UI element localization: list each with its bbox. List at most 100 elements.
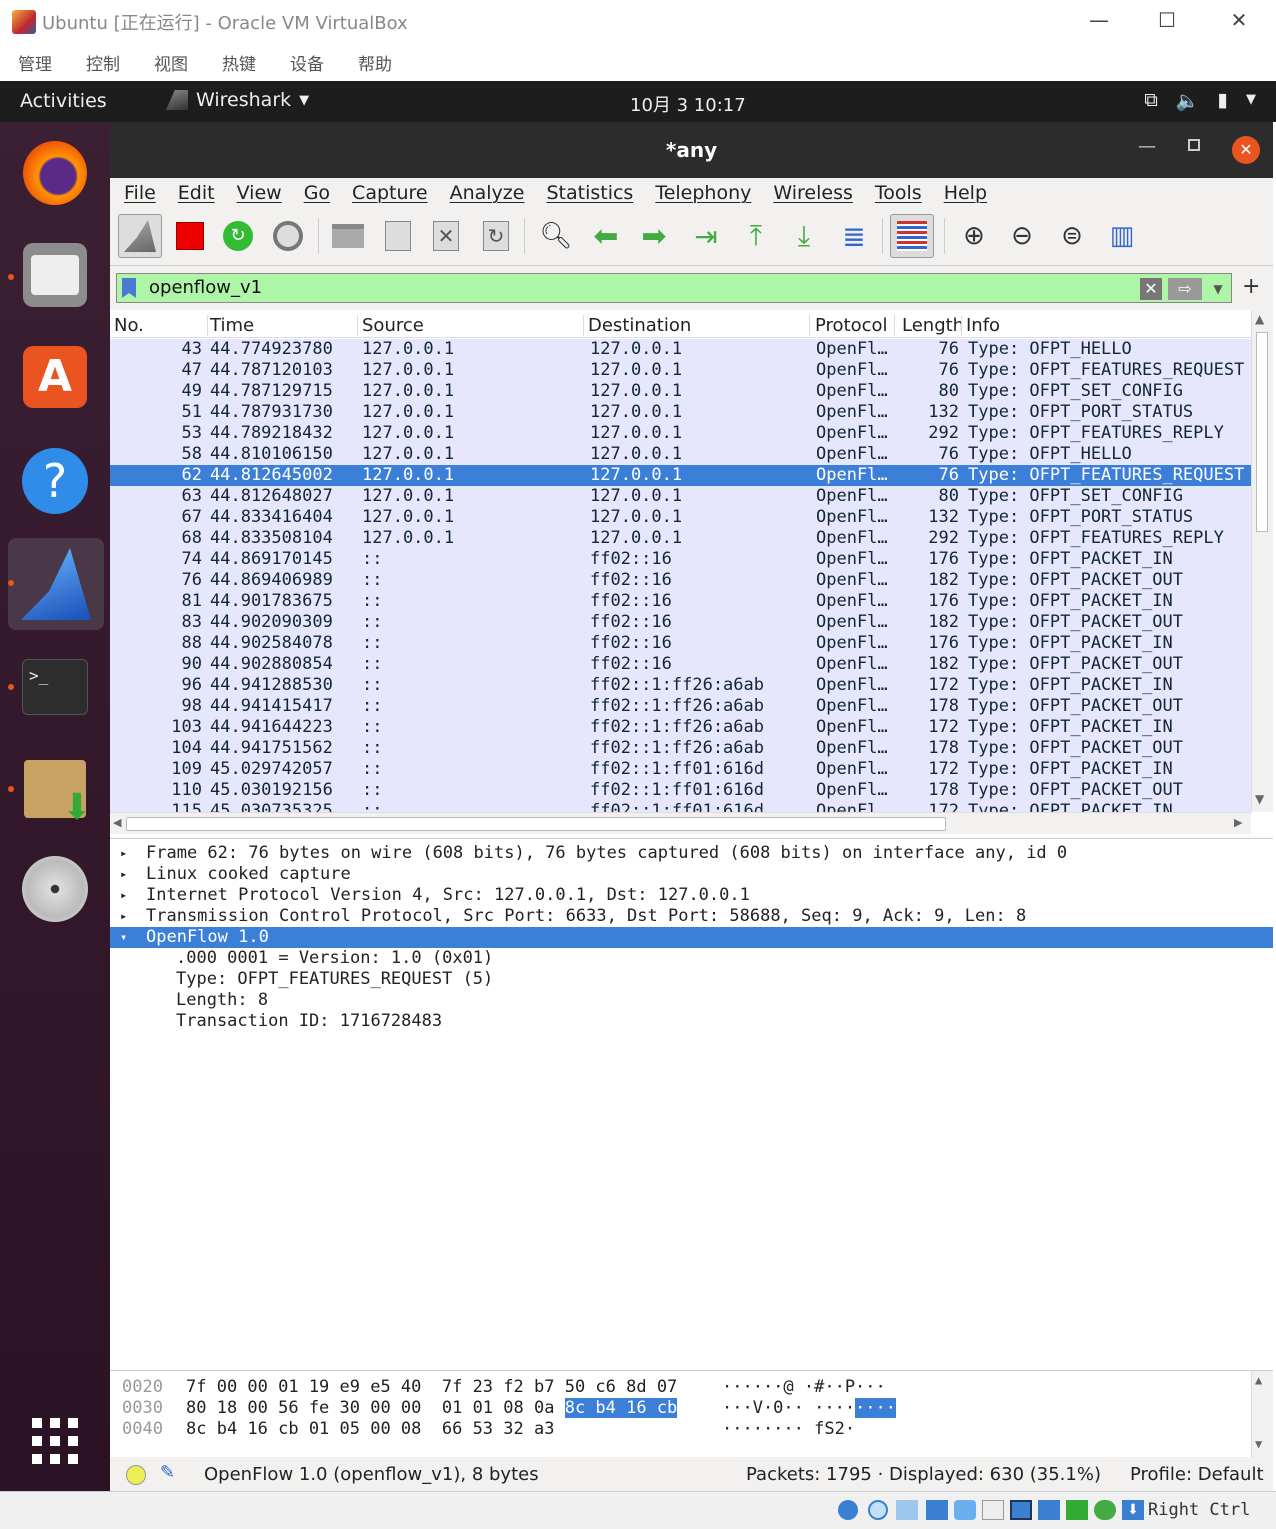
minimize-icon[interactable]: — bbox=[1138, 136, 1156, 157]
packet-row[interactable]: 110 45.030192156:: ff02::1:ff01:616d OpenFl… bbox=[110, 780, 1251, 801]
menu-capture[interactable]: Capture bbox=[352, 182, 428, 204]
display-icon[interactable] bbox=[1010, 1500, 1032, 1520]
menu-statistics[interactable]: Statistics bbox=[546, 182, 633, 204]
vbox-menu-view[interactable]: 视图 bbox=[154, 50, 188, 75]
packet-row[interactable]: 76 44.869406989:: ff02::16 OpenFl… 182 Type: … bbox=[110, 570, 1251, 591]
cpu-icon[interactable] bbox=[1066, 1500, 1088, 1520]
optical-drive-icon[interactable] bbox=[868, 1500, 888, 1520]
hdd-icon[interactable] bbox=[838, 1500, 858, 1520]
menu-analyze[interactable]: Analyze bbox=[450, 182, 525, 204]
mouse-integration-icon[interactable]: ⬇ bbox=[1122, 1500, 1144, 1520]
activities-button[interactable]: Activities bbox=[20, 90, 107, 112]
stop-capture-icon[interactable] bbox=[168, 214, 212, 258]
scroll-thumb[interactable] bbox=[126, 817, 946, 831]
find-packet-icon[interactable]: 🔍︎ bbox=[534, 214, 578, 258]
packet-row[interactable]: 83 44.902090309:: ff02::16 OpenFl… 182 Type: … bbox=[110, 612, 1251, 633]
vbox-menu-manage[interactable]: 管理 bbox=[18, 50, 52, 75]
close-icon[interactable]: ✕ bbox=[1224, 8, 1254, 32]
add-filter-button-icon[interactable]: + bbox=[1242, 274, 1260, 299]
menu-telephony[interactable]: Telephony bbox=[655, 182, 751, 204]
zoom-out-icon[interactable]: ⊖ bbox=[1000, 214, 1044, 258]
expert-info-icon[interactable] bbox=[126, 1465, 146, 1485]
network-adapter-icon[interactable] bbox=[926, 1500, 948, 1520]
packet-row[interactable]: 67 44.833416404 127.0.0.1 127.0.0.1 OpenFl… 1… bbox=[110, 507, 1251, 528]
packet-list-vscroll[interactable]: ▲ ▼ bbox=[1251, 310, 1273, 812]
menu-file[interactable]: File bbox=[124, 182, 156, 204]
detail-row[interactable]: ▸ Internet Protocol Version 4, Src: 127.0… bbox=[110, 885, 1273, 906]
clock[interactable]: 10月 3 10:17 bbox=[630, 91, 746, 117]
minimize-icon[interactable]: — bbox=[1084, 8, 1114, 32]
disc-icon[interactable] bbox=[20, 854, 90, 924]
detail-row[interactable]: ▸ Linux cooked capture bbox=[110, 864, 1273, 885]
scroll-down-icon[interactable]: ▼ bbox=[1255, 792, 1264, 806]
scroll-down-icon[interactable]: ▼ bbox=[1255, 1437, 1262, 1451]
maximize-icon[interactable]: ☐ bbox=[1152, 8, 1182, 32]
packet-row[interactable]: 74 44.869170145:: ff02::16 OpenFl… 176 Type: … bbox=[110, 549, 1251, 570]
scroll-left-icon[interactable]: ◀ bbox=[113, 816, 121, 829]
status-profile[interactable]: Profile: Default bbox=[1130, 1464, 1264, 1485]
packet-row[interactable]: 98 44.941415417:: ff02::1:ff26:a6ab OpenFl…… bbox=[110, 696, 1251, 717]
collapsed-arrow-icon[interactable]: ▸ bbox=[120, 843, 127, 864]
autoscroll-icon[interactable]: ≣ bbox=[832, 214, 876, 258]
last-packet-icon[interactable]: ⤓ bbox=[782, 214, 826, 258]
edit-comment-icon[interactable]: ✎ bbox=[160, 1462, 175, 1483]
packet-row[interactable]: 49 44.787129715 127.0.0.1 127.0.0.1 OpenFl… 8… bbox=[110, 381, 1251, 402]
packet-row[interactable]: 62 44.812645002 127.0.0.1 127.0.0.1 OpenFl… 7… bbox=[110, 465, 1251, 486]
files-icon[interactable] bbox=[20, 240, 90, 310]
scroll-up-icon[interactable]: ▲ bbox=[1255, 312, 1264, 326]
packet-row[interactable]: 51 44.787931730 127.0.0.1 127.0.0.1 OpenFl… 1… bbox=[110, 402, 1251, 423]
audio-icon[interactable] bbox=[896, 1500, 918, 1520]
expanded-arrow-icon[interactable]: ▾ bbox=[120, 927, 127, 948]
column-protocol[interactable]: Protocol bbox=[815, 315, 895, 336]
firefox-icon[interactable] bbox=[20, 138, 90, 208]
column-no[interactable]: No. bbox=[114, 315, 208, 336]
wireshark-icon[interactable] bbox=[8, 538, 104, 630]
packet-row[interactable]: 88 44.902584078:: ff02::16 OpenFl… 176 Type: … bbox=[110, 633, 1251, 654]
save-file-icon[interactable] bbox=[376, 214, 420, 258]
scroll-thumb[interactable] bbox=[1256, 332, 1268, 532]
installer-icon[interactable]: ⬇ bbox=[20, 754, 92, 826]
packet-row[interactable]: 90 44.902880854:: ff02::16 OpenFl… 182 Type: … bbox=[110, 654, 1251, 675]
menu-view[interactable]: View bbox=[237, 182, 282, 204]
close-file-icon[interactable]: ✕ bbox=[424, 214, 468, 258]
vbox-menu-control[interactable]: 控制 bbox=[86, 50, 120, 75]
column-info[interactable]: Info bbox=[966, 315, 1250, 336]
go-to-packet-icon[interactable]: ⇥ bbox=[684, 214, 728, 258]
system-tray[interactable]: ⧉ 🔈 ▮ ▼ bbox=[1144, 89, 1256, 112]
resize-columns-icon[interactable]: ▥ bbox=[1100, 214, 1144, 258]
maximize-icon[interactable] bbox=[1188, 139, 1200, 151]
video-capture-icon[interactable] bbox=[1038, 1500, 1060, 1520]
apps-grid-icon[interactable] bbox=[20, 1406, 90, 1476]
zoom-reset-icon[interactable]: ⊜ bbox=[1050, 214, 1094, 258]
packet-row[interactable]: 96 44.941288530:: ff02::1:ff26:a6ab OpenFl…… bbox=[110, 675, 1251, 696]
detail-row[interactable]: Length: 8 bbox=[110, 990, 1273, 1011]
packet-row[interactable]: 58 44.810106150 127.0.0.1 127.0.0.1 OpenFl… 7… bbox=[110, 444, 1251, 465]
help-icon[interactable]: ? bbox=[20, 446, 90, 516]
go-forward-icon[interactable]: ➡ bbox=[632, 214, 676, 258]
packet-row[interactable]: 81 44.901783675:: ff02::16 OpenFl… 176 Type: … bbox=[110, 591, 1251, 612]
usb-icon[interactable] bbox=[954, 1500, 976, 1520]
vbox-menu-help[interactable]: 帮助 bbox=[358, 50, 392, 75]
scroll-right-icon[interactable]: ▶ bbox=[1234, 816, 1242, 829]
column-length[interactable]: Length bbox=[902, 315, 962, 336]
open-file-icon[interactable] bbox=[326, 214, 370, 258]
menu-tools[interactable]: Tools bbox=[875, 182, 922, 204]
collapsed-arrow-icon[interactable]: ▸ bbox=[120, 885, 127, 906]
column-time[interactable]: Time bbox=[210, 315, 358, 336]
packet-row[interactable]: 103 44.941644223:: ff02::1:ff26:a6ab OpenFl… bbox=[110, 717, 1251, 738]
bytes-vscroll[interactable]: ▲ ▼ bbox=[1251, 1371, 1273, 1458]
apply-filter-icon[interactable]: ⇨ bbox=[1168, 278, 1202, 300]
menu-go[interactable]: Go bbox=[304, 182, 330, 204]
zoom-in-icon[interactable]: ⊕ bbox=[952, 214, 996, 258]
globe-icon[interactable] bbox=[1094, 1500, 1116, 1520]
packet-list-hscroll[interactable]: ◀ ▶ bbox=[110, 812, 1251, 834]
packet-row[interactable]: 53 44.789218432 127.0.0.1 127.0.0.1 OpenFl… 2… bbox=[110, 423, 1251, 444]
detail-row[interactable]: .000 0001 = Version: 1.0 (0x01) bbox=[110, 948, 1273, 969]
colorize-icon[interactable] bbox=[890, 214, 934, 258]
start-capture-icon[interactable] bbox=[118, 214, 162, 258]
packet-row[interactable]: 43 44.774923780 127.0.0.1 127.0.0.1 OpenFl… 7… bbox=[110, 339, 1251, 360]
shared-folders-icon[interactable] bbox=[982, 1500, 1004, 1520]
collapsed-arrow-icon[interactable]: ▸ bbox=[120, 864, 127, 885]
packet-row[interactable]: 109 45.029742057:: ff02::1:ff01:616d OpenFl… bbox=[110, 759, 1251, 780]
packet-row[interactable]: 63 44.812648027 127.0.0.1 127.0.0.1 OpenFl… 8… bbox=[110, 486, 1251, 507]
